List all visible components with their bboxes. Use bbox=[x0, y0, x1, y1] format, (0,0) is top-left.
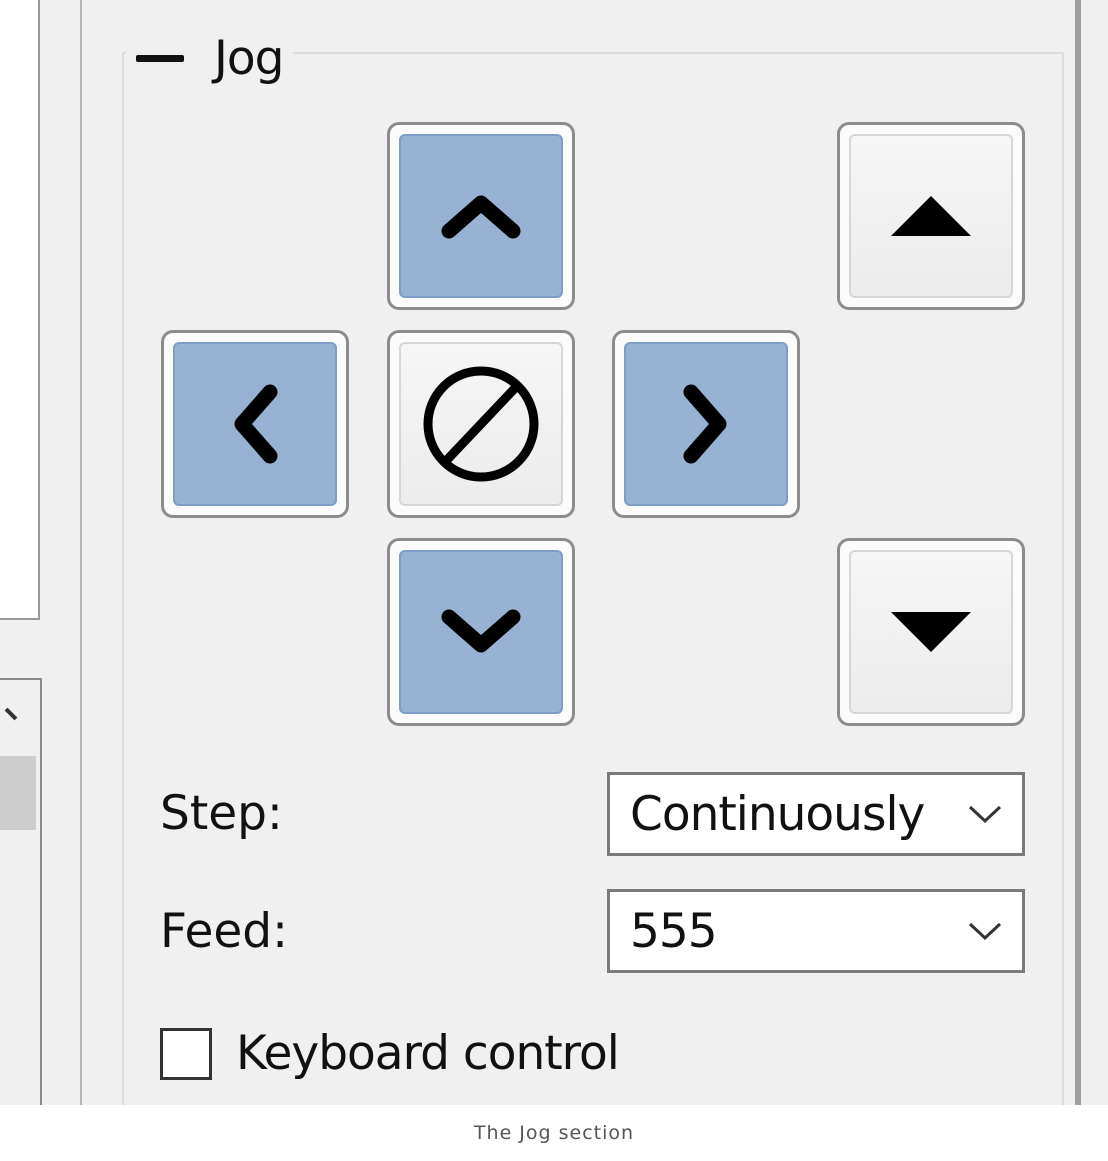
left-panel-bottom bbox=[0, 678, 42, 1105]
scrollbar-thumb[interactable] bbox=[0, 756, 36, 830]
jog-x-plus-button[interactable] bbox=[612, 330, 800, 518]
stop-icon bbox=[423, 366, 539, 482]
chevron-left-icon bbox=[234, 384, 278, 464]
chevron-down-icon[interactable] bbox=[948, 803, 1022, 825]
jog-z-plus-button[interactable] bbox=[837, 122, 1025, 310]
chevron-up-icon bbox=[441, 195, 521, 239]
figure-caption: The Jog section bbox=[0, 1105, 1108, 1161]
jog-group-header[interactable]: Jog bbox=[126, 28, 294, 88]
step-select[interactable]: Continuously bbox=[607, 772, 1025, 856]
chevron-right-icon bbox=[683, 384, 727, 464]
keyboard-control-checkbox[interactable] bbox=[160, 1027, 212, 1080]
jog-y-minus-button[interactable] bbox=[387, 538, 575, 726]
step-select-value: Continuously bbox=[630, 786, 925, 842]
jog-stop-button[interactable] bbox=[387, 330, 575, 518]
chevron-down-icon bbox=[441, 609, 521, 653]
feed-select-value: 555 bbox=[630, 903, 718, 959]
keyboard-control-label: Keyboard control bbox=[236, 1026, 620, 1081]
step-label: Step: bbox=[160, 786, 283, 841]
collapse-icon[interactable] bbox=[136, 54, 184, 62]
jog-x-minus-button[interactable] bbox=[161, 330, 349, 518]
left-panel-top bbox=[0, 0, 40, 620]
triangle-up-icon bbox=[891, 196, 971, 236]
screenshot-area: Jog Step: Continuously Feed: 555 Keyboar… bbox=[0, 0, 1108, 1105]
jog-title: Jog bbox=[214, 30, 284, 86]
jog-z-minus-button[interactable] bbox=[837, 538, 1025, 726]
feed-select[interactable]: 555 bbox=[607, 889, 1025, 973]
panel-border bbox=[1075, 0, 1081, 1105]
feed-label: Feed: bbox=[160, 904, 288, 959]
chevron-down-icon[interactable] bbox=[948, 920, 1022, 942]
keyboard-control-row[interactable]: Keyboard control bbox=[160, 1026, 620, 1081]
panel-divider bbox=[80, 0, 82, 1105]
triangle-down-icon bbox=[891, 612, 971, 652]
jog-y-plus-button[interactable] bbox=[387, 122, 575, 310]
